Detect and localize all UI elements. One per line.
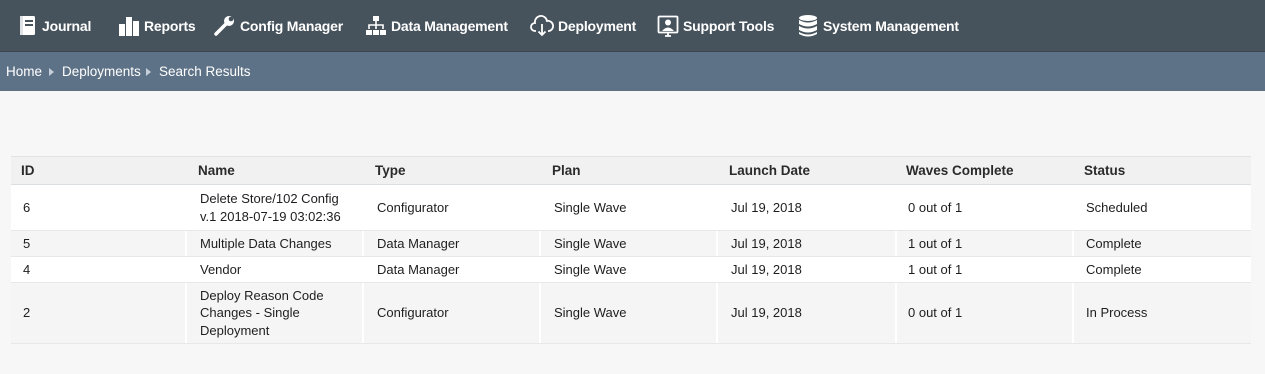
column-header-type[interactable]: Type (375, 157, 406, 184)
nav-item-label: Reports (144, 18, 196, 34)
breadcrumb: Home Deployments Search Results (0, 52, 1265, 91)
cell-type: Configurator (377, 199, 449, 215)
column-header-id[interactable]: ID (21, 157, 35, 184)
column-divider (716, 283, 718, 343)
cell-name-line: Deployment (200, 322, 270, 338)
cell-type: Configurator (377, 305, 449, 321)
column-header-waves-complete[interactable]: Waves Complete (906, 157, 1014, 184)
column-divider (895, 283, 897, 343)
cell-status: In Process (1086, 305, 1148, 321)
user-monitor-icon (657, 15, 679, 37)
table-row[interactable]: 2 Deploy Reason Code Changes - Single De… (11, 283, 1251, 344)
nav-item-label: Data Management (391, 18, 508, 34)
column-header-name[interactable]: Name (198, 157, 235, 184)
cell-plan: Single Wave (554, 199, 627, 215)
cell-waves-complete: 0 out of 1 (908, 305, 963, 321)
nav-item-config-manager[interactable]: Config Manager (214, 0, 343, 52)
cell-waves-complete: 0 out of 1 (908, 199, 963, 215)
cell-status: Complete (1086, 235, 1142, 251)
database-icon (797, 14, 819, 38)
cell-name-line: Deploy Reason Code (200, 287, 324, 303)
cell-plan: Single Wave (554, 305, 627, 321)
cell-id: 2 (23, 305, 31, 321)
cell-id: 5 (23, 235, 31, 251)
cell-name[interactable]: Deploy Reason Code Changes - Single Depl… (200, 283, 324, 343)
cell-plan: Single Wave (554, 235, 627, 251)
breadcrumb-search-results: Search Results (159, 64, 251, 79)
column-divider (539, 283, 541, 343)
nav-item-label: Journal (42, 18, 92, 34)
table-row[interactable]: 4 Vendor Data Manager Single Wave Jul 19… (11, 257, 1251, 283)
cell-name-line: Delete Store/102 Config (200, 191, 339, 206)
cell-waves-complete: 1 out of 1 (908, 235, 963, 251)
nav-item-system-management[interactable]: System Management (797, 0, 959, 52)
cell-launch-date: Jul 19, 2018 (731, 305, 802, 321)
column-divider (1072, 231, 1074, 256)
cell-name-line: Changes - Single (200, 305, 300, 321)
journal-icon (18, 15, 38, 37)
cell-name[interactable]: Delete Store/102 Config v.1 2018-07-19 0… (200, 185, 341, 230)
nav-item-journal[interactable]: Journal (18, 0, 91, 52)
nav-item-label: Deployment (558, 18, 637, 34)
cell-id: 6 (23, 199, 31, 215)
column-divider (185, 231, 187, 256)
cell-status: Scheduled (1086, 199, 1148, 215)
cell-status: Complete (1086, 261, 1142, 277)
nav-item-label: System Management (823, 18, 959, 34)
column-divider (716, 231, 718, 256)
search-results-table: ID Name Type Plan Launch Date Waves Comp… (11, 156, 1251, 344)
cell-plan: Single Wave (554, 261, 627, 277)
breadcrumb-separator-icon (146, 68, 151, 76)
cell-launch-date: Jul 19, 2018 (731, 199, 802, 215)
wrench-icon (214, 15, 236, 37)
nav-item-label: Config Manager (240, 18, 343, 34)
cell-name[interactable]: Multiple Data Changes (200, 231, 332, 256)
breadcrumb-deployments[interactable]: Deployments (62, 52, 141, 91)
nav-item-label: Support Tools (683, 18, 775, 34)
column-divider (362, 231, 364, 256)
cell-name-line: v.1 2018-07-19 03:02:36 (200, 208, 341, 224)
cell-waves-complete: 1 out of 1 (908, 261, 963, 277)
column-divider (539, 231, 541, 256)
bar-chart-icon (118, 15, 140, 37)
column-divider (362, 283, 364, 343)
breadcrumb-home[interactable]: Home (6, 52, 42, 91)
column-divider (185, 283, 187, 343)
sitemap-icon (365, 15, 387, 37)
cell-type: Data Manager (377, 261, 460, 277)
cell-id: 4 (23, 261, 31, 277)
nav-item-deployment[interactable]: Deployment (530, 0, 636, 52)
nav-item-reports[interactable]: Reports (118, 0, 196, 52)
nav-item-support-tools[interactable]: Support Tools (657, 0, 774, 52)
cloud-download-icon (530, 15, 554, 37)
table-header: ID Name Type Plan Launch Date Waves Comp… (11, 157, 1251, 185)
column-divider (895, 231, 897, 256)
column-header-status[interactable]: Status (1084, 157, 1125, 184)
cell-launch-date: Jul 19, 2018 (731, 235, 802, 251)
top-navigation-bar: Journal Reports Config Manager Data Mana… (0, 0, 1265, 52)
table-row[interactable]: 6 Delete Store/102 Config v.1 2018-07-19… (11, 185, 1251, 231)
cell-launch-date: Jul 19, 2018 (731, 261, 802, 277)
column-divider (1072, 283, 1074, 343)
table-row[interactable]: 5 Multiple Data Changes Data Manager Sin… (11, 231, 1251, 257)
cell-type: Data Manager (377, 235, 460, 251)
column-header-launch-date[interactable]: Launch Date (729, 157, 810, 184)
nav-item-data-management[interactable]: Data Management (365, 0, 508, 52)
breadcrumb-separator-icon (49, 68, 54, 76)
column-header-plan[interactable]: Plan (552, 157, 581, 184)
cell-name[interactable]: Vendor (200, 257, 241, 282)
